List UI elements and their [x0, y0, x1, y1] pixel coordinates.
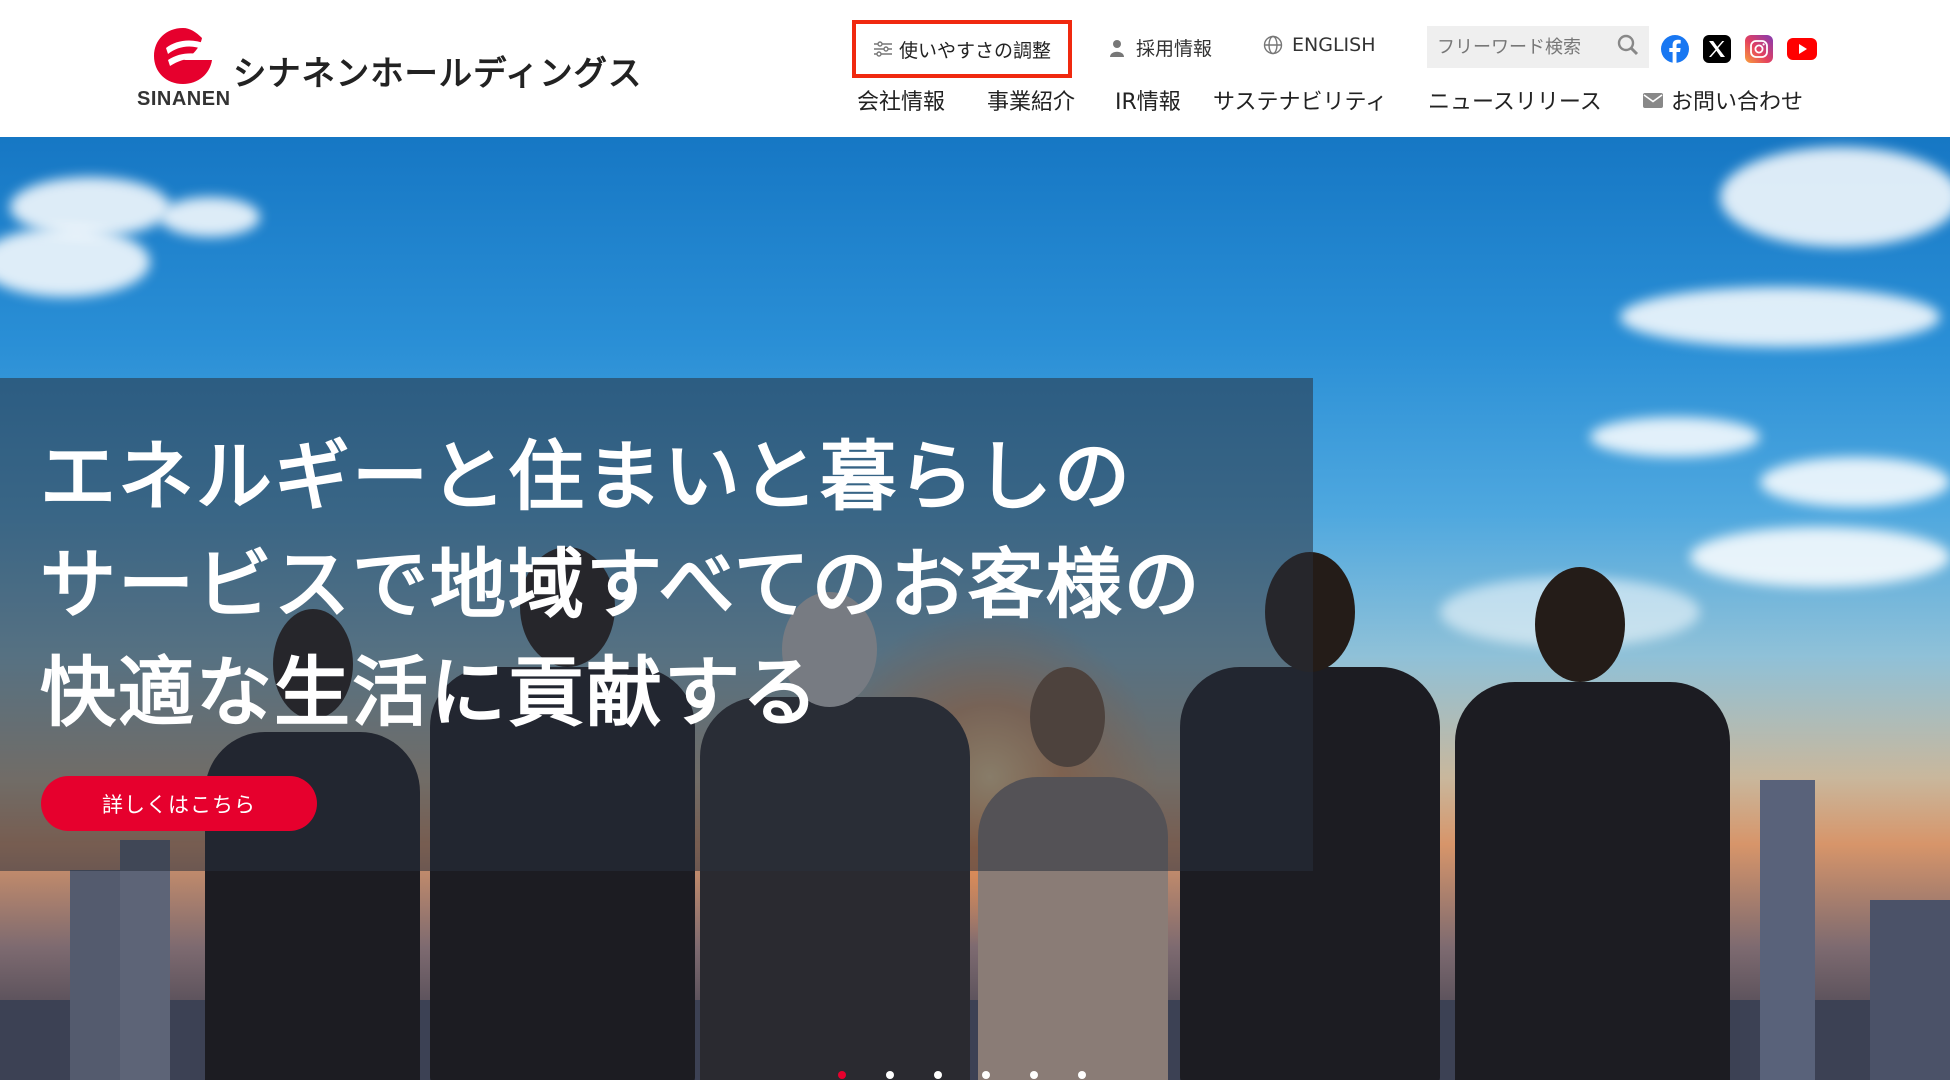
main-nav: 会社情報 事業紹介 IR情報 サステナビリティ ニュースリリース お問い合わせ	[857, 84, 1803, 116]
nav-item-sustainability[interactable]: サステナビリティ	[1213, 84, 1428, 116]
youtube-icon[interactable]	[1787, 38, 1817, 60]
building	[1870, 900, 1950, 1080]
x-twitter-icon[interactable]	[1703, 35, 1731, 63]
cloud	[1620, 287, 1940, 347]
site-logo[interactable]: SINANEN シナネンホールディングス	[137, 26, 641, 112]
sliders-icon	[873, 41, 892, 57]
hero-headline-line-1: エネルギーと住まいと暮らしの	[40, 432, 1132, 521]
site-header: SINANEN シナネンホールディングス 使いやすさの調整 採用情報 ENGLI…	[0, 0, 1950, 137]
instagram-icon[interactable]	[1745, 35, 1773, 63]
nav-item-contact[interactable]: お問い合わせ	[1643, 84, 1803, 116]
slider-dot[interactable]	[982, 1071, 990, 1079]
utility-nav: 使いやすさの調整 採用情報 ENGLISH	[852, 20, 1922, 78]
mail-icon	[1643, 92, 1663, 108]
recruit-link[interactable]: 採用情報	[1106, 34, 1212, 61]
person-silhouette	[1455, 682, 1730, 1080]
hero-headline-line-3: 快適な生活に貢献する	[40, 648, 820, 737]
nav-item-news[interactable]: ニュースリリース	[1428, 84, 1643, 116]
cloud	[1720, 147, 1950, 247]
person-icon	[1106, 37, 1128, 59]
logo-en-text: SINANEN	[137, 88, 231, 110]
recruit-label: 採用情報	[1136, 38, 1213, 60]
nav-item-contact-label: お問い合わせ	[1671, 90, 1804, 115]
accessibility-settings-button[interactable]: 使いやすさの調整	[852, 20, 1072, 78]
slider-dot[interactable]	[886, 1071, 894, 1079]
sinanen-logo-mark-icon	[154, 28, 212, 84]
globe-icon	[1262, 34, 1284, 56]
search-box	[1427, 26, 1649, 68]
building	[120, 840, 170, 1080]
english-link[interactable]: ENGLISH	[1262, 34, 1375, 56]
cloud	[160, 197, 260, 237]
search-icon[interactable]	[1617, 34, 1639, 60]
logo-jp-text: シナネンホールディングス	[233, 54, 643, 94]
slider-pagination	[838, 1071, 1086, 1079]
cloud	[1760, 457, 1950, 507]
hero-headline-line-2: サービスで地域すべてのお客様の	[40, 540, 1202, 629]
facebook-icon[interactable]	[1661, 35, 1689, 63]
building	[1760, 780, 1815, 1080]
cloud	[0, 227, 150, 297]
nav-item-company[interactable]: 会社情報	[857, 84, 987, 116]
cloud	[1590, 417, 1760, 457]
slider-dot[interactable]	[934, 1071, 942, 1079]
slider-dot[interactable]	[1030, 1071, 1038, 1079]
search-input[interactable]	[1437, 36, 1607, 58]
nav-item-ir[interactable]: IR情報	[1115, 84, 1213, 116]
hero-headline: エネルギーと住まいと暮らしの サービスで地域すべてのお客様の 快適な生活に貢献す…	[40, 423, 1202, 747]
cloud	[1690, 527, 1950, 587]
details-button[interactable]: 詳しくはこちら	[41, 776, 317, 831]
slider-dot[interactable]	[1078, 1071, 1086, 1079]
slider-dot[interactable]	[838, 1071, 846, 1079]
person-head	[1535, 567, 1625, 682]
accessibility-label: 使いやすさの調整	[898, 39, 1051, 62]
nav-item-business[interactable]: 事業紹介	[987, 84, 1115, 116]
english-label: ENGLISH	[1292, 34, 1376, 56]
